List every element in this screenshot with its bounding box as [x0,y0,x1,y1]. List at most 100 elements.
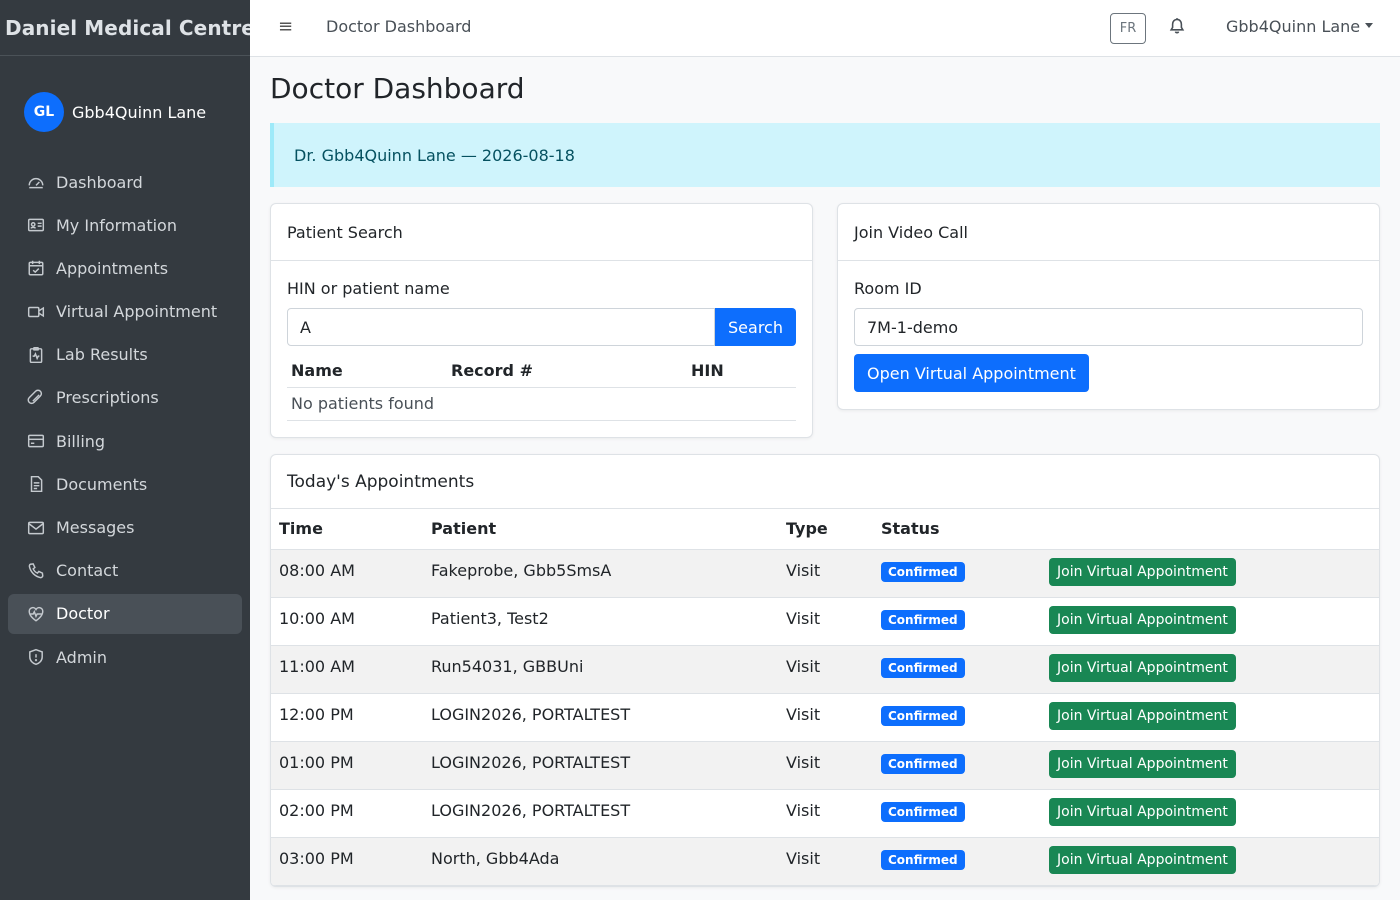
table-row: 01:00 PM LOGIN2026, PORTALTEST Visit Confir… [271,741,1379,790]
join-virtual-appointment-button[interactable]: Join Virtual Appointment [1049,605,1236,634]
todays-appointments-card: Today's Appointments Time Patient Type S… [270,454,1380,887]
appointment-action-cell: Join Virtual Appointment [1041,645,1379,694]
appointment-action-cell: Join Virtual Appointment [1041,789,1379,838]
status-badge: Confirmed [881,609,965,630]
appointment-action-cell: Join Virtual Appointment [1041,693,1379,742]
status-badge: Confirmed [881,849,965,870]
appointment-status-cell: Confirmed [873,549,1041,598]
sidebar-item-my-information[interactable]: My Information [8,205,242,245]
table-row: 03:00 PM North, Gbb4Ada Visit Confirmed Join… [271,837,1379,886]
user-menu-dropdown[interactable]: Gbb4Quinn Lane [1226,17,1374,36]
hamburger-menu-icon[interactable]: ≡ [278,16,293,37]
appointment-status-cell: Confirmed [873,693,1041,742]
patient-results-table: Name Record # HIN No patients found [287,354,796,421]
sidebar-item-messages[interactable]: Messages [8,508,242,548]
brand-name: Daniel Medical Centre [5,15,250,40]
sidebar-item-label: Doctor [56,604,110,624]
column-header-hin: HIN [687,354,796,388]
appointment-action-cell: Join Virtual Appointment [1041,597,1379,646]
info-alert: Dr. Gbb4Quinn Lane — 2026-08-18 [270,123,1380,187]
appointment-status-cell: Confirmed [873,645,1041,694]
column-header-action [1041,509,1379,550]
join-virtual-appointment-button[interactable]: Join Virtual Appointment [1049,749,1236,778]
status-badge: Confirmed [881,561,965,582]
sidebar-item-virtual-appointment[interactable]: Virtual Appointment [8,292,242,332]
column-header-patient: Patient [423,509,778,550]
document-icon [26,474,46,494]
table-row: 02:00 PM LOGIN2026, PORTALTEST Visit Confir… [271,789,1379,838]
appointment-type: Visit [778,597,873,646]
sidebar-item-label: Appointments [56,258,169,278]
appointment-status-cell: Confirmed [873,597,1041,646]
join-virtual-appointment-button[interactable]: Join Virtual Appointment [1049,845,1236,874]
appointment-status-cell: Confirmed [873,789,1041,838]
sidebar-item-label: Billing [56,431,106,451]
search-button[interactable]: Search [715,308,796,346]
status-badge: Confirmed [881,753,965,774]
appointment-status-cell: Confirmed [873,837,1041,886]
appointment-time: 02:00 PM [271,789,423,838]
sidebar-item-doctor[interactable]: Doctor [8,593,242,634]
topbar-title: Doctor Dashboard [326,17,472,36]
open-virtual-appointment-button[interactable]: Open Virtual Appointment [854,354,1089,392]
sidebar-item-label: Lab Results [56,345,148,365]
appointment-status-cell: Confirmed [873,741,1041,790]
sidebar-item-lab-results[interactable]: Lab Results [8,335,242,375]
appointment-time: 11:00 AM [271,645,423,694]
sidebar-item-label: Contact [56,561,119,581]
shield-icon [26,647,46,667]
user-menu-label: Gbb4Quinn Lane [1226,17,1361,36]
appointment-patient: North, Gbb4Ada [423,837,778,886]
join-virtual-appointment-button[interactable]: Join Virtual Appointment [1049,701,1236,730]
status-badge: Confirmed [881,705,965,726]
bell-icon[interactable] [1168,17,1188,37]
sidebar-item-label: Messages [56,518,135,537]
sidebar-user-name: Gbb4Quinn Lane [72,102,207,122]
status-badge: Confirmed [881,801,965,822]
sidebar-item-billing[interactable]: Billing [8,421,242,461]
patient-search-card: Patient Search HIN or patient name Searc… [270,203,813,438]
sidebar-item-label: Virtual Appointment [56,302,218,322]
sidebar-item-prescriptions[interactable]: Prescriptions [8,378,242,418]
language-toggle-button[interactable]: FR [1110,13,1146,44]
appointment-patient: LOGIN2026, PORTALTEST [423,741,778,790]
join-virtual-appointment-button[interactable]: Join Virtual Appointment [1049,557,1236,586]
appointment-patient: Patient3, Test2 [423,597,778,646]
telephone-icon [26,561,46,581]
room-id-input[interactable] [854,308,1363,346]
appointment-patient: LOGIN2026, PORTALTEST [423,693,778,742]
appointment-time: 12:00 PM [271,693,423,742]
appointment-action-cell: Join Virtual Appointment [1041,837,1379,886]
join-virtual-appointment-button[interactable]: Join Virtual Appointment [1049,797,1236,826]
patient-search-input[interactable] [287,308,715,346]
table-row: 10:00 AM Patient3, Test2 Visit Confirmed Joi… [271,597,1379,646]
column-header-time: Time [271,509,423,550]
credit-card-icon [26,431,46,451]
sidebar-item-documents[interactable]: Documents [8,464,242,504]
sidebar-item-dashboard[interactable]: Dashboard [8,162,242,202]
appointment-action-cell: Join Virtual Appointment [1041,741,1379,790]
appointment-time: 10:00 AM [271,597,423,646]
capsule-icon [26,388,46,408]
status-badge: Confirmed [881,657,965,678]
join-virtual-appointment-button[interactable]: Join Virtual Appointment [1049,653,1236,682]
sidebar-item-label: Documents [56,474,148,494]
sidebar-item-label: Admin [56,647,107,667]
appointment-time: 01:00 PM [271,741,423,790]
sidebar-user: GL Gbb4Quinn Lane [0,56,250,144]
column-header-record: Record # [447,354,687,388]
appointment-type: Visit [778,549,873,598]
sidebar-item-contact[interactable]: Contact [8,551,242,591]
brand[interactable]: Daniel Medical Centre [0,0,250,56]
heart-pulse-icon [26,604,46,624]
table-row: 12:00 PM LOGIN2026, PORTALTEST Visit Confir… [271,693,1379,742]
topbar: ≡ Doctor Dashboard FR Gbb4Quinn Lane [250,0,1400,57]
appointment-patient: Fakeprobe, Gbb5SmsA [423,549,778,598]
appointment-action-cell: Join Virtual Appointment [1041,549,1379,598]
appointment-type: Visit [778,693,873,742]
table-row: 08:00 AM Fakeprobe, Gbb5SmsA Visit Confirme… [271,549,1379,598]
main-content: Doctor Dashboard Dr. Gbb4Quinn Lane — 20… [270,57,1380,887]
sidebar-item-admin[interactable]: Admin [8,637,242,677]
patient-search-header: Patient Search [271,204,812,261]
sidebar-item-appointments[interactable]: Appointments [8,248,242,288]
